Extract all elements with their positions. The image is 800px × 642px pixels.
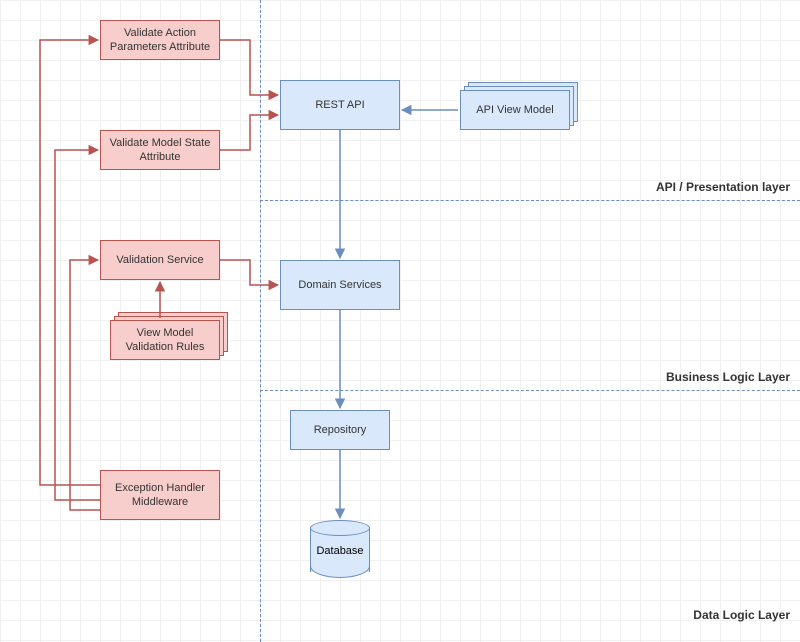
box-label: Validate Model StateAttribute [110, 136, 211, 165]
box-label: Validate ActionParameters Attribute [110, 26, 210, 55]
box-api-view-model: API View Model [460, 90, 570, 130]
box-label: Exception HandlerMiddleware [115, 481, 205, 510]
layer-divider-business-data [260, 390, 800, 391]
box-view-model-rules: View ModelValidation Rules [110, 320, 220, 360]
box-validation-service: Validation Service [100, 240, 220, 280]
box-domain-services: Domain Services [280, 260, 400, 310]
arrow-validate-action-to-rest-api [220, 40, 278, 95]
box-label: View ModelValidation Rules [126, 326, 205, 355]
database-label-container: Database [310, 536, 370, 566]
database-cylinder-top [310, 520, 370, 536]
arrow-validation-service-to-domain [220, 260, 278, 285]
layer-label-api: API / Presentation layer [610, 180, 790, 194]
diagram-canvas: API / Presentation layer Business Logic … [0, 0, 800, 642]
box-label: Repository [314, 423, 367, 437]
layer-divider-api-business [260, 200, 800, 201]
layer-label-data: Data Logic Layer [640, 608, 790, 622]
box-repository: Repository [290, 410, 390, 450]
arrow-exception-to-validate-model-state [55, 150, 100, 500]
box-validate-action: Validate ActionParameters Attribute [100, 20, 220, 60]
box-label: API View Model [476, 103, 553, 117]
arrow-exception-to-validate-action [40, 40, 100, 485]
box-label: Domain Services [298, 278, 381, 292]
box-label: REST API [315, 98, 364, 112]
box-label: Database [316, 544, 363, 558]
box-validate-model-state: Validate Model StateAttribute [100, 130, 220, 170]
database-cylinder-bottom [310, 566, 370, 578]
box-rest-api: REST API [280, 80, 400, 130]
arrow-exception-to-validation-service [70, 260, 100, 510]
box-label: Validation Service [116, 253, 203, 267]
layer-vertical-divider [260, 0, 261, 642]
box-exception-handler: Exception HandlerMiddleware [100, 470, 220, 520]
layer-label-business: Business Logic Layer [610, 370, 790, 384]
arrow-validate-model-state-to-rest-api [220, 115, 278, 150]
